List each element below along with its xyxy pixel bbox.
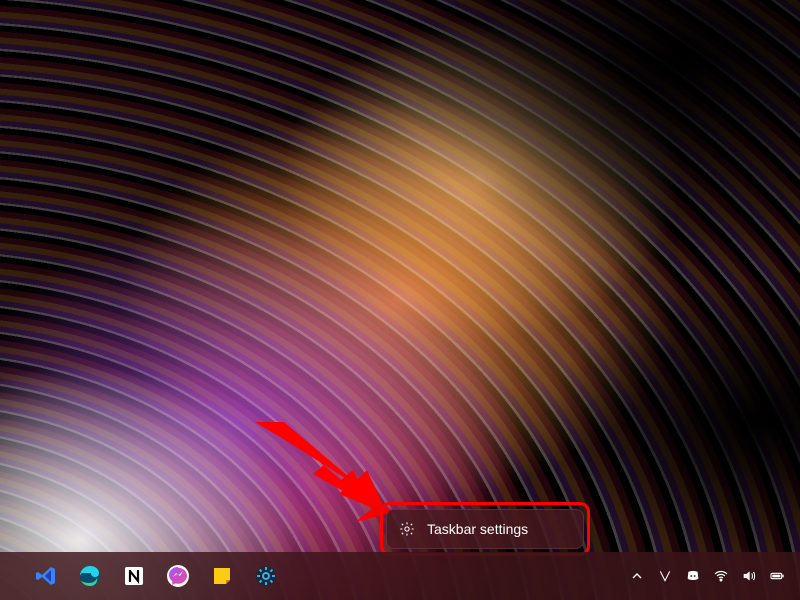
- taskbar-app-settings[interactable]: [246, 556, 286, 596]
- taskbar-app-sticky-notes[interactable]: [202, 556, 242, 596]
- context-menu-item-label[interactable]: Taskbar settings: [427, 521, 528, 537]
- tray-overflow-chevron[interactable]: [628, 567, 646, 585]
- taskbar-app-notion[interactable]: [114, 556, 154, 596]
- taskbar-context-menu: Taskbar settings: [386, 509, 584, 549]
- sticky-notes-icon: [210, 564, 234, 588]
- messenger-icon: [166, 564, 190, 588]
- notion-icon: [122, 564, 146, 588]
- tray-app-discord[interactable]: [684, 567, 702, 585]
- discord-icon: [685, 568, 701, 584]
- desktop: Taskbar settings: [0, 0, 800, 600]
- settings-app-icon: [254, 564, 278, 588]
- wifi-icon: [713, 568, 729, 584]
- v-icon: [657, 568, 673, 584]
- gear-icon: [399, 521, 415, 537]
- taskbar-app-edge[interactable]: [70, 556, 110, 596]
- tray-wifi[interactable]: [712, 567, 730, 585]
- taskbar-app-messenger[interactable]: [158, 556, 198, 596]
- taskbar-pinned-apps: [8, 556, 286, 596]
- vscode-icon: [34, 564, 58, 588]
- volume-icon: [741, 568, 757, 584]
- taskbar-app-vscode[interactable]: [26, 556, 66, 596]
- battery-icon: [769, 568, 785, 584]
- system-tray: [628, 567, 792, 585]
- tray-battery[interactable]: [768, 567, 786, 585]
- edge-icon: [78, 564, 102, 588]
- tray-app-v[interactable]: [656, 567, 674, 585]
- taskbar[interactable]: [0, 552, 800, 600]
- chevron-up-icon: [629, 568, 645, 584]
- tray-volume[interactable]: [740, 567, 758, 585]
